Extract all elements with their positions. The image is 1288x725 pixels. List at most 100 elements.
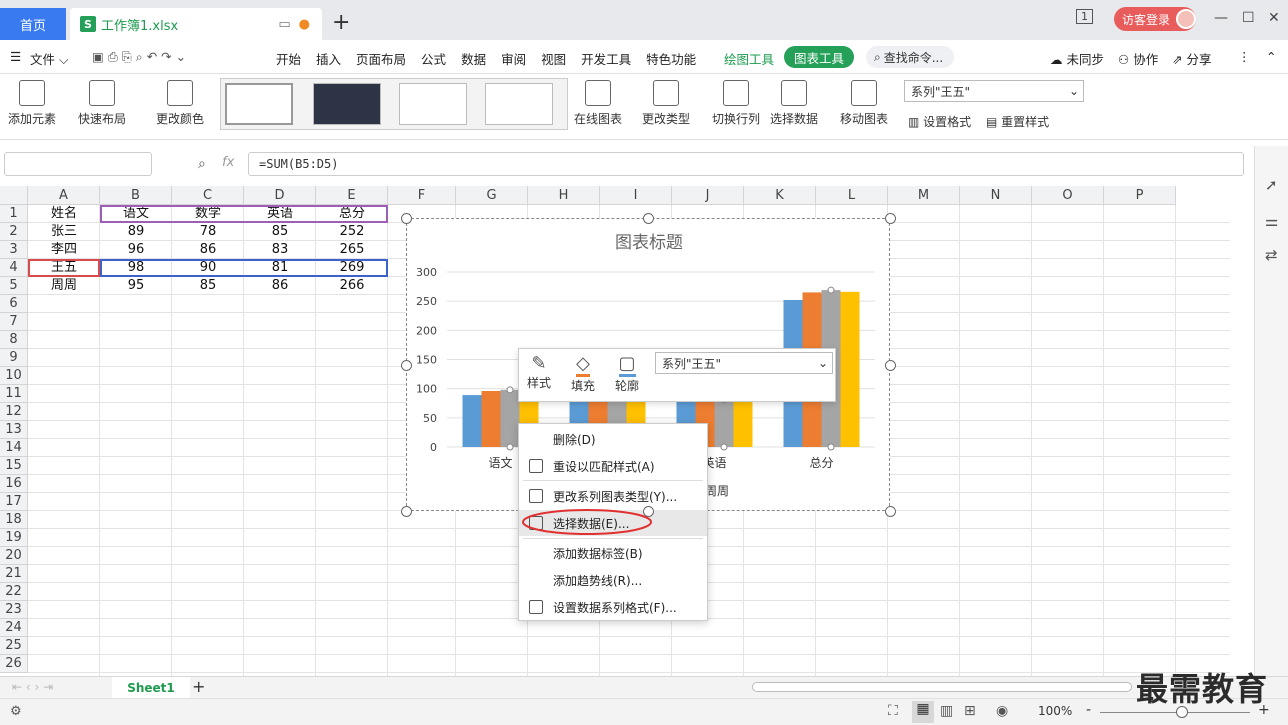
column-header[interactable]: E bbox=[316, 186, 388, 205]
menu-insert[interactable]: 插入 bbox=[316, 49, 341, 68]
page-number-badge[interactable]: 1 bbox=[1076, 9, 1093, 24]
change-type-button[interactable]: 更改类型 bbox=[642, 80, 690, 127]
menu-page-layout[interactable]: 页面布局 bbox=[356, 49, 406, 68]
row-header[interactable]: 12 bbox=[0, 403, 28, 421]
chart-resize-handle[interactable] bbox=[401, 213, 412, 224]
row-header[interactable]: 8 bbox=[0, 331, 28, 349]
menu-special[interactable]: 特色功能 bbox=[646, 49, 696, 68]
column-header[interactable]: B bbox=[100, 186, 172, 205]
column-header[interactable]: M bbox=[888, 186, 960, 205]
row-header[interactable]: 16 bbox=[0, 475, 28, 493]
row-header[interactable]: 22 bbox=[0, 583, 28, 601]
row-header[interactable]: 2 bbox=[0, 223, 28, 241]
zoom-out-button[interactable]: - bbox=[1086, 702, 1091, 718]
eye-icon[interactable]: ◉ bbox=[996, 703, 1008, 719]
sheet-tab-sheet1[interactable]: Sheet1 bbox=[112, 677, 190, 698]
fullscreen-icon[interactable]: ⛶ bbox=[888, 703, 898, 719]
chart-resize-handle[interactable] bbox=[885, 506, 896, 517]
row-header[interactable]: 26 bbox=[0, 655, 28, 673]
set-format-button[interactable]: ▥ 设置格式 bbox=[908, 113, 971, 130]
chart-resize-handle[interactable] bbox=[401, 360, 412, 371]
macro-icon[interactable]: ⚙ bbox=[10, 704, 22, 719]
add-element-button[interactable]: 添加元素 bbox=[8, 80, 56, 127]
table-cell[interactable]: 266 bbox=[316, 277, 388, 295]
column-header[interactable]: O bbox=[1032, 186, 1104, 205]
row-header[interactable]: 13 bbox=[0, 421, 28, 439]
chart-style-2[interactable] bbox=[313, 83, 381, 125]
reset-style-button[interactable]: ▤ 重置样式 bbox=[986, 113, 1049, 130]
select-all-corner[interactable] bbox=[0, 186, 28, 205]
column-header[interactable]: J bbox=[672, 186, 744, 205]
column-header[interactable]: H bbox=[528, 186, 600, 205]
column-header[interactable]: K bbox=[744, 186, 816, 205]
menu-view[interactable]: 视图 bbox=[541, 49, 566, 68]
change-color-button[interactable]: 更改颜色 bbox=[156, 80, 204, 127]
column-header[interactable]: F bbox=[388, 186, 456, 205]
minimize-button[interactable]: — bbox=[1214, 10, 1228, 26]
row-header[interactable]: 11 bbox=[0, 385, 28, 403]
chart-style-gallery[interactable] bbox=[220, 78, 568, 130]
column-header[interactable]: G bbox=[456, 186, 528, 205]
column-header[interactable]: A bbox=[28, 186, 100, 205]
zoom-slider-track[interactable] bbox=[1100, 712, 1250, 713]
select-data-button[interactable]: 选择数据 bbox=[770, 80, 818, 127]
collapse-ribbon-icon[interactable]: ⌃ bbox=[1266, 49, 1276, 64]
column-header[interactable]: C bbox=[172, 186, 244, 205]
normal-view-icon[interactable]: ▦ bbox=[912, 701, 934, 723]
ctx-add-data-labels[interactable]: 添加数据标签(B) bbox=[519, 540, 707, 566]
restore-button[interactable]: ☐ bbox=[1242, 10, 1255, 26]
menu-review[interactable]: 审阅 bbox=[501, 49, 526, 68]
row-header[interactable]: 21 bbox=[0, 565, 28, 583]
row-header[interactable]: 9 bbox=[0, 349, 28, 367]
ctx-add-trendline[interactable]: 添加趋势线(R)... bbox=[519, 567, 707, 593]
row-header[interactable]: 19 bbox=[0, 529, 28, 547]
menu-data[interactable]: 数据 bbox=[461, 49, 486, 68]
horizontal-scrollbar[interactable] bbox=[752, 682, 1132, 692]
row-header[interactable]: 20 bbox=[0, 547, 28, 565]
collab-button[interactable]: ⚇ 协作 bbox=[1118, 49, 1158, 68]
close-button[interactable]: ✕ bbox=[1268, 10, 1280, 26]
row-header[interactable]: 5 bbox=[0, 277, 28, 295]
column-header[interactable]: D bbox=[244, 186, 316, 205]
row-header[interactable]: 18 bbox=[0, 511, 28, 529]
table-cell[interactable]: 85 bbox=[244, 223, 316, 241]
table-cell[interactable]: 86 bbox=[172, 241, 244, 259]
row-header[interactable]: 17 bbox=[0, 493, 28, 511]
chart-style-1[interactable] bbox=[225, 83, 293, 125]
style-button[interactable]: ✎ 样式 bbox=[527, 353, 551, 391]
hamburger-icon[interactable]: ☰ bbox=[10, 49, 21, 64]
fill-button[interactable]: ◇ 填充 bbox=[571, 353, 595, 394]
add-sheet-button[interactable]: + bbox=[192, 677, 205, 696]
table-cell[interactable]: 张三 bbox=[28, 223, 100, 241]
new-tab-button[interactable]: + bbox=[332, 10, 350, 35]
table-cell[interactable]: 265 bbox=[316, 241, 388, 259]
column-header[interactable]: N bbox=[960, 186, 1032, 205]
online-chart-button[interactable]: 在线图表 bbox=[574, 80, 622, 127]
row-header[interactable]: 15 bbox=[0, 457, 28, 475]
sheet-nav-icons[interactable]: ⇤ ‹ › ⇥ bbox=[12, 680, 53, 694]
quick-layout-button[interactable]: 快速布局 bbox=[78, 80, 126, 127]
table-cell[interactable]: 姓名 bbox=[28, 205, 100, 223]
table-cell[interactable]: 85 bbox=[172, 277, 244, 295]
switch-rowcol-button[interactable]: 切换行列 bbox=[712, 80, 760, 127]
swap-icon[interactable]: ⇄ bbox=[1265, 246, 1278, 264]
table-cell[interactable]: 78 bbox=[172, 223, 244, 241]
ctx-delete[interactable]: 删除(D) bbox=[519, 426, 707, 452]
zoom-icon[interactable]: ⌕ bbox=[198, 156, 206, 172]
command-search[interactable]: ⌕ 查找命令... bbox=[866, 46, 954, 68]
series-select[interactable]: 系列"王五" ⌄ bbox=[904, 80, 1084, 102]
table-cell[interactable]: 86 bbox=[244, 277, 316, 295]
guest-login-button[interactable]: 访客登录 bbox=[1114, 7, 1196, 31]
table-cell[interactable]: 李四 bbox=[28, 241, 100, 259]
row-header[interactable]: 3 bbox=[0, 241, 28, 259]
row-header[interactable]: 23 bbox=[0, 601, 28, 619]
row-header[interactable]: 24 bbox=[0, 619, 28, 637]
column-header[interactable]: L bbox=[816, 186, 888, 205]
mini-series-select[interactable]: 系列"王五" ⌄ bbox=[655, 352, 833, 374]
menu-chart-tool[interactable]: 图表工具 bbox=[784, 46, 854, 68]
row-header[interactable]: 4 bbox=[0, 259, 28, 277]
row-header[interactable]: 25 bbox=[0, 637, 28, 655]
tab-home[interactable]: 首页 bbox=[0, 8, 66, 40]
outline-button[interactable]: ▢ 轮廓 bbox=[615, 353, 639, 394]
menu-draw-tool[interactable]: 绘图工具 bbox=[724, 49, 774, 68]
